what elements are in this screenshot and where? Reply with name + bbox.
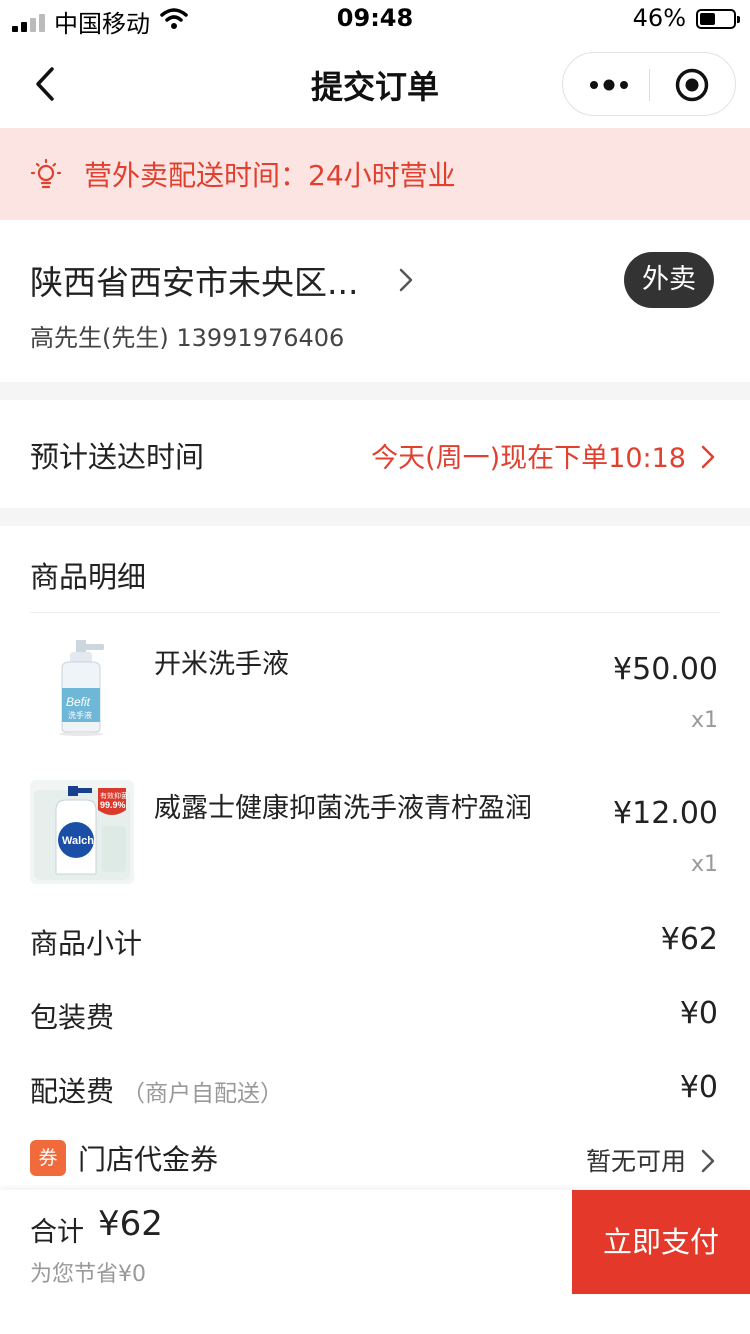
address-card[interactable]: 陕西省西安市未央区... 高先生(先生) 13991976406 外卖 <box>0 220 750 382</box>
subtotal-value: ¥62 <box>660 922 718 957</box>
delivery-fee-label-text: 配送费 <box>30 1075 115 1108</box>
coupon-icon: 券 <box>30 1140 66 1176</box>
product-price: ¥12.00 <box>613 796 718 831</box>
product-quantity: x1 <box>690 708 718 733</box>
packaging-fee-value: ¥0 <box>679 996 718 1031</box>
saving-text: 为您节省¥0 <box>30 1262 146 1287</box>
pay-now-button[interactable]: 立即支付 <box>572 1190 750 1294</box>
delivery-fee-value: ¥0 <box>679 1070 718 1105</box>
packaging-fee-row: 包装费 ¥0 <box>0 996 750 1046</box>
subtotal-label: 商品小计 <box>30 927 143 960</box>
delivery-mode-badge[interactable]: 外卖 <box>624 252 714 308</box>
more-dots-icon[interactable] <box>589 75 629 95</box>
lightbulb-icon <box>30 158 62 189</box>
section-title: 商品明细 <box>30 560 147 594</box>
divider <box>30 612 720 613</box>
delivery-fee-label: 配送费 （商户自配送） <box>30 1070 283 1110</box>
checkout-bar: 合计 ¥62 为您节省¥0 立即支付 <box>0 1190 750 1334</box>
befit-brand-text: Befit <box>66 695 91 709</box>
delivery-fee-hint: （商户自配送） <box>122 1081 284 1107</box>
total-label: 合计 <box>30 1217 84 1248</box>
notice-text: 营外卖配送时间：24小时营业 <box>84 159 456 192</box>
chevron-right-icon <box>701 1149 715 1173</box>
befit-sub-text: 洗手液 <box>68 710 92 720</box>
total-value: ¥62 <box>98 1204 163 1244</box>
product-image-hand-soap-bottle: Befit 洗手液 <box>30 636 134 740</box>
product-price: ¥50.00 <box>613 652 718 687</box>
capsule-divider <box>649 69 650 101</box>
delivery-time-row[interactable]: 预计送达时间 今天(周一)现在下单10:18 <box>0 400 750 508</box>
product-name: 开米洗手液 <box>154 649 289 680</box>
subtotal-row: 商品小计 ¥62 <box>0 922 750 972</box>
product-name: 威露士健康抑菌洗手液青柠盈润 <box>154 793 532 824</box>
nav-bar: 提交订单 <box>0 40 750 128</box>
contact-info: 高先生(先生) 13991976406 <box>30 324 345 352</box>
coupon-row[interactable]: 券 门店代金券 暂无可用 <box>0 1138 750 1188</box>
battery-percentage: 46% <box>632 4 686 32</box>
product-details-card: 商品明细 Befit 洗手液 开米洗手液 ¥50.00 x1 Walch 有效抑… <box>0 526 750 1196</box>
battery-icon <box>696 9 740 29</box>
coupon-label: 门店代金券 <box>78 1143 219 1176</box>
chevron-right-icon <box>399 268 413 292</box>
product-item: Befit 洗手液 开米洗手液 ¥50.00 x1 <box>0 636 750 766</box>
product-image-walch-hand-soap: Walch 有效抑菌 99.9% <box>30 780 134 884</box>
notice-banner: 营外卖配送时间：24小时营业 <box>0 128 750 220</box>
mini-program-capsule <box>562 52 736 116</box>
close-target-icon[interactable] <box>675 68 709 102</box>
status-bar: 中国移动 09:48 46% <box>0 0 750 40</box>
walch-badge-percent: 99.9% <box>100 800 126 810</box>
coupon-status[interactable]: 暂无可用 <box>586 1142 686 1178</box>
delivery-fee-row: 配送费 （商户自配送） ¥0 <box>0 1070 750 1120</box>
product-item: Walch 有效抑菌 99.9% 威露士健康抑菌洗手液青柠盈润 ¥12.00 x… <box>0 780 750 910</box>
delivery-time-label: 预计送达时间 <box>30 440 205 474</box>
walch-brand-text: Walch <box>62 835 94 847</box>
chevron-right-icon <box>701 445 715 469</box>
packaging-fee-label: 包装费 <box>30 1001 115 1034</box>
delivery-time-value[interactable]: 今天(周一)现在下单10:18 <box>371 436 686 475</box>
delivery-address[interactable]: 陕西省西安市未央区... <box>30 256 358 304</box>
product-quantity: x1 <box>690 852 718 877</box>
walch-badge-text: 有效抑菌 <box>100 791 128 800</box>
